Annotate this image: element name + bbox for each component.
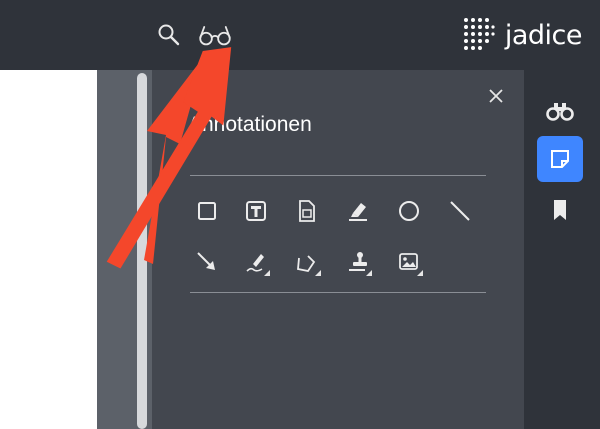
dropdown-indicator (366, 270, 372, 276)
binoculars-icon[interactable] (537, 87, 583, 133)
glasses-icon[interactable] (198, 18, 232, 52)
note-icon[interactable] (289, 193, 325, 229)
annotation-note-icon[interactable] (537, 136, 583, 182)
annotations-panel: Annotationen (152, 70, 524, 429)
stamp-icon[interactable] (340, 244, 376, 280)
line-icon[interactable] (442, 193, 478, 229)
right-sidebar (524, 70, 600, 429)
top-toolbar: jadice (0, 0, 600, 70)
dropdown-indicator (315, 270, 321, 276)
jadice-logo: jadice (461, 13, 583, 57)
divider (190, 292, 486, 293)
search-icon[interactable] (152, 18, 186, 52)
dropdown-indicator (264, 270, 270, 276)
brand-name: jadice (504, 19, 583, 51)
polyline-icon[interactable] (289, 244, 325, 280)
circle-icon[interactable] (391, 193, 427, 229)
panel-title: Annotationen (188, 113, 312, 136)
rectangle-icon[interactable] (189, 193, 225, 229)
close-icon[interactable] (484, 84, 508, 108)
bookmark-icon[interactable] (537, 187, 583, 233)
highlighter-icon[interactable] (340, 193, 376, 229)
dropdown-indicator (417, 270, 423, 276)
text-box-icon[interactable] (238, 193, 274, 229)
freehand-pen-icon[interactable] (238, 244, 274, 280)
arrow-icon[interactable] (189, 244, 225, 280)
viewer-app: jadice Annotationen (0, 0, 600, 429)
scrollbar-thumb[interactable] (137, 73, 147, 429)
divider (190, 175, 486, 176)
logo-dots-icon (463, 18, 495, 50)
image-icon[interactable] (391, 244, 427, 280)
document-page (0, 70, 97, 429)
